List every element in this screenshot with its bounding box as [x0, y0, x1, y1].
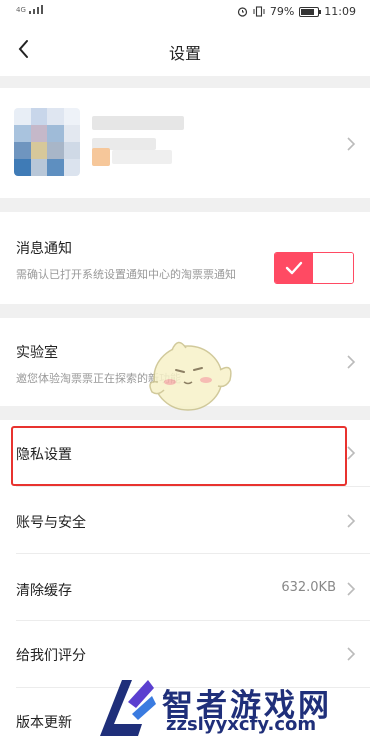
- signal-icon: 4G: [16, 5, 43, 14]
- account-row[interactable]: 账号与安全: [0, 486, 370, 552]
- page-title: 设置: [168, 44, 201, 63]
- cache-title: 清除缓存: [16, 583, 72, 599]
- account-title: 账号与安全: [16, 515, 86, 531]
- battery-fill: [301, 8, 315, 15]
- highlight-box: [11, 426, 347, 486]
- chevron-right-icon: [347, 647, 356, 661]
- update-title: 版本更新: [16, 715, 72, 731]
- profile-name-blurred: [92, 116, 184, 130]
- profile-badge-blurred-2: [112, 150, 172, 164]
- watermark-url: zzslyyxcfy.com: [166, 714, 317, 735]
- vibrate-icon: [253, 6, 265, 17]
- check-icon: [285, 261, 303, 275]
- cache-size: 632.0KB: [281, 580, 336, 595]
- alarm-icon: [237, 7, 247, 17]
- battery-percent: 79%: [269, 5, 295, 18]
- profile-card[interactable]: [0, 88, 370, 198]
- cache-row[interactable]: 清除缓存 632.0KB: [0, 554, 370, 620]
- nav-bar: 设置: [0, 24, 370, 76]
- notifications-title: 消息通知: [16, 241, 72, 257]
- chevron-right-icon: [347, 355, 356, 369]
- notifications-subtitle: 需确认已打开系统设置通知中心的淘票票通知: [16, 268, 236, 281]
- rate-title: 给我们评分: [16, 648, 86, 664]
- notifications-toggle[interactable]: [274, 252, 354, 284]
- chevron-right-icon: [347, 582, 356, 596]
- watermark-logo: [100, 680, 156, 736]
- site-watermark: 智者游戏网 zzslyyxcfy.com: [92, 672, 370, 744]
- profile-badge-blurred: [92, 148, 110, 166]
- notifications-row: 消息通知 需确认已打开系统设置通知中心的淘票票通知: [0, 212, 370, 304]
- network-type: 4G: [16, 6, 26, 14]
- avatar: [14, 108, 80, 176]
- mascot-illustration: [149, 341, 232, 411]
- chevron-right-icon: [347, 137, 356, 151]
- lab-title: 实验室: [16, 345, 58, 361]
- chevron-right-icon: [347, 514, 356, 528]
- chevron-right-icon: [347, 446, 356, 460]
- status-bar: 4G 79% 11:09: [0, 0, 370, 24]
- clock: 11:09: [324, 5, 356, 18]
- battery-icon: [299, 6, 322, 17]
